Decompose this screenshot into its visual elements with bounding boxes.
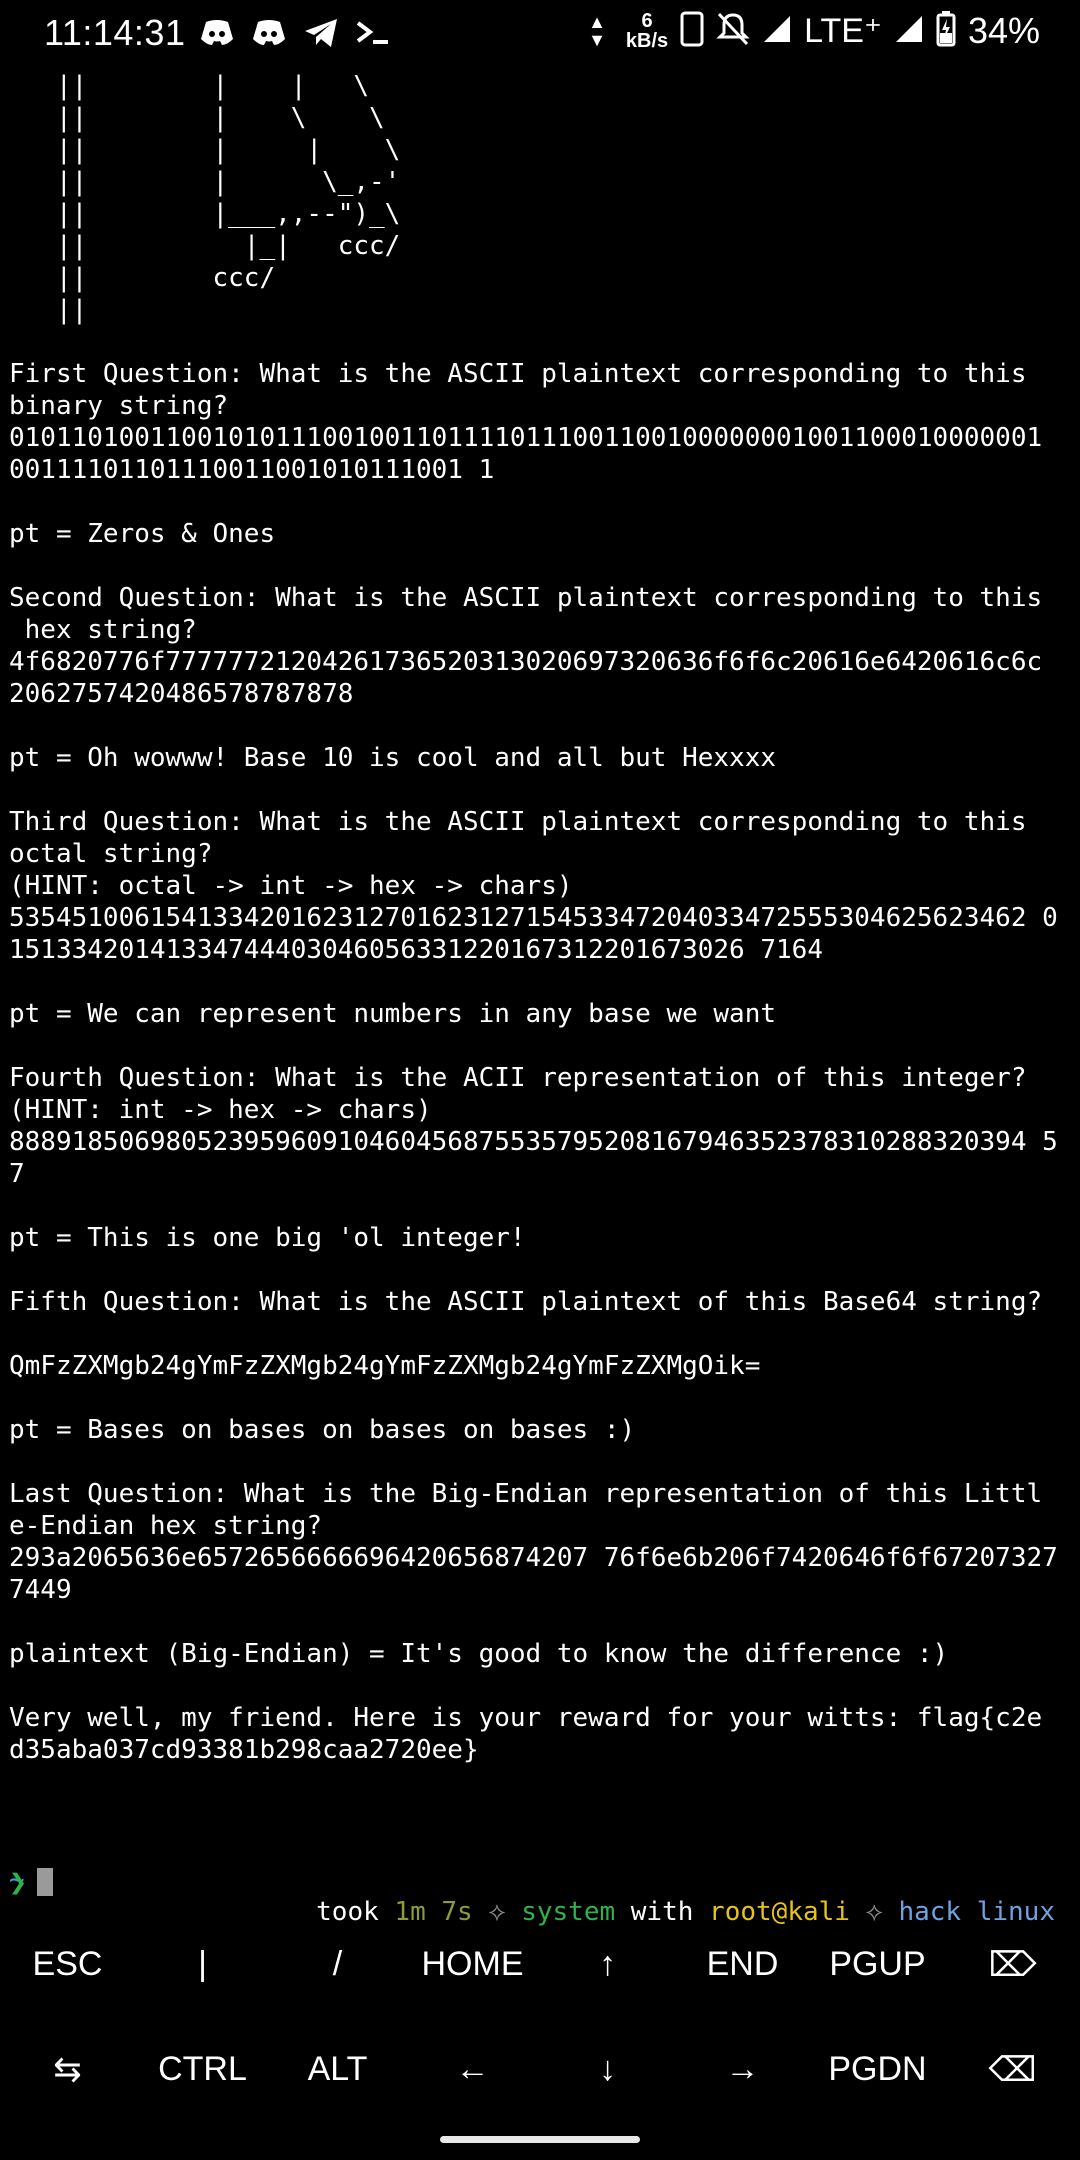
- key-pgup[interactable]: PGUP: [810, 1912, 945, 2017]
- signal-icon: [894, 14, 924, 49]
- status-bar: 11:14:31 ▲ ▼ 6 kB/s LTE⁺ 34%: [0, 0, 1080, 68]
- key-delete[interactable]: ⌦: [945, 1912, 1080, 2017]
- telegram-icon: [302, 14, 340, 52]
- prompt-arrow: ❯: [9, 1864, 28, 1900]
- notification-icons: [198, 14, 392, 52]
- net-speed: 6 kB/s: [625, 10, 669, 52]
- key-left[interactable]: ←: [405, 2017, 540, 2122]
- battery-charging-icon: [936, 10, 956, 52]
- discord-icon: [198, 14, 236, 52]
- key-pgdn[interactable]: PGDN: [810, 2017, 945, 2122]
- key-pipe[interactable]: |: [135, 1912, 270, 2017]
- key-backspace[interactable]: ⌫: [945, 2017, 1080, 2122]
- system-status-icons: ▲ ▼ 6 kB/s LTE⁺ 34%: [588, 10, 1040, 52]
- key-home[interactable]: HOME: [405, 1912, 540, 2017]
- notifications-off-icon: [716, 11, 750, 52]
- shell-prompt: ~ took 1m 7s ⟡ system with root@kali ⟡ h…: [9, 1832, 1069, 1927]
- terminal-icon: [354, 14, 392, 52]
- gesture-nav-handle[interactable]: [440, 2136, 640, 2143]
- extra-keys-bar: ESC | / HOME ↑ END PGUP ⌦ ⇆ CTRL ALT ← ↓…: [0, 1912, 1080, 2122]
- discord-icon: [250, 14, 288, 52]
- key-slash[interactable]: /: [270, 1912, 405, 2017]
- key-ctrl[interactable]: CTRL: [135, 2017, 270, 2122]
- key-tab[interactable]: ⇆: [0, 2017, 135, 2122]
- key-alt[interactable]: ALT: [270, 2017, 405, 2122]
- key-right[interactable]: →: [675, 2017, 810, 2122]
- network-type: LTE⁺: [804, 12, 882, 50]
- terminal-view[interactable]: || | | \ || | \ \ || | | \ || | \_,-' ||…: [9, 70, 1075, 1940]
- text-cursor: [37, 1868, 54, 1896]
- net-arrows-icon: ▲ ▼: [588, 12, 606, 50]
- key-down[interactable]: ↓: [540, 2017, 675, 2122]
- key-end[interactable]: END: [675, 1912, 810, 2017]
- key-esc[interactable]: ESC: [0, 1912, 135, 2017]
- key-up[interactable]: ↑: [540, 1912, 675, 2017]
- phone-icon: [680, 11, 704, 52]
- signal-icon: [762, 14, 792, 49]
- battery-percent: 34%: [967, 10, 1040, 51]
- input-line[interactable]: ❯: [9, 1864, 54, 1900]
- status-time: 11:14:31: [44, 12, 186, 53]
- terminal-output: || | | \ || | \ \ || | | \ || | \_,-' ||…: [9, 71, 1058, 1765]
